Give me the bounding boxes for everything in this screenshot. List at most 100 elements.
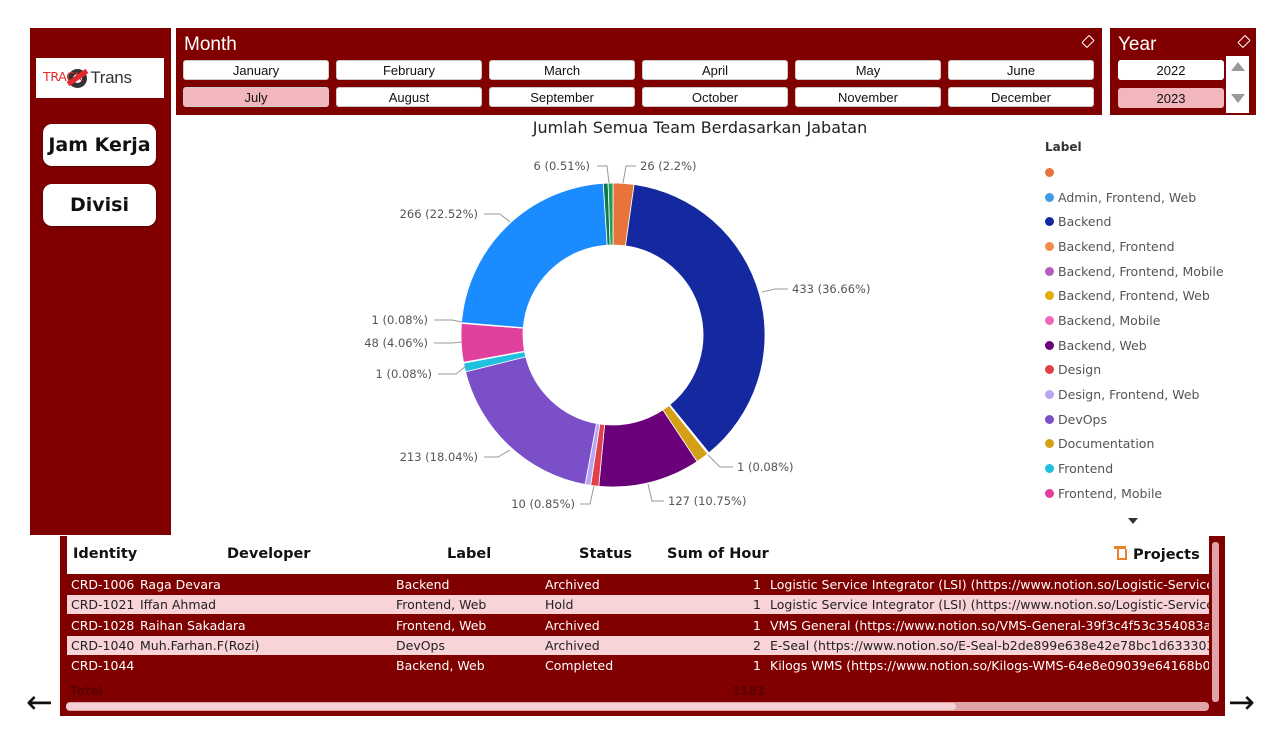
data-label: 1 (0.08%) [737, 460, 793, 474]
donut-slice[interactable] [584, 423, 601, 486]
scroll-down-icon[interactable] [1231, 94, 1245, 103]
clear-filter-icon[interactable] [1082, 34, 1094, 46]
cell-project: VMS General (https://www.notion.so/VMS-G… [770, 617, 1209, 633]
col-projects[interactable]: Projects [1113, 546, 1200, 563]
data-label: 213 (18.04%) [400, 450, 478, 464]
legend-item[interactable]: Documentation [1045, 432, 1224, 457]
cell-status: Archived [545, 637, 600, 653]
month-button-february[interactable]: February [336, 60, 482, 80]
month-button-may[interactable]: May [795, 60, 941, 80]
year-slicer-title: Year [1118, 34, 1157, 55]
next-page-arrow-icon[interactable]: → [1228, 686, 1255, 718]
table-row[interactable]: CRD-1044 Backend, Web Completed 1 Kilogs WMS… [67, 656, 1209, 675]
data-label: 1 (0.08%) [376, 367, 432, 381]
col-developer[interactable]: Developer [227, 546, 310, 562]
legend-label: DevOps [1058, 411, 1107, 427]
table-horizontal-scrollbar[interactable] [66, 702, 1209, 711]
month-button-november[interactable]: November [795, 87, 941, 107]
col-label[interactable]: Label [447, 546, 491, 562]
month-button-october[interactable]: October [642, 87, 788, 107]
table-row[interactable]: CRD-1028 Raihan Sakadara Frontend, Web Arch… [67, 616, 1209, 635]
donut-slice[interactable] [463, 351, 527, 373]
legend-item[interactable]: Backend, Frontend, Mobile [1045, 259, 1224, 284]
sidebar: Trans TRACK Jam Kerja Divisi [30, 28, 171, 535]
legend-item[interactable] [1045, 160, 1224, 185]
scroll-thumb[interactable] [66, 703, 956, 710]
table-row[interactable]: CRD-1006 Raga Devara Backend Archived 1 Logis… [67, 575, 1209, 594]
legend-dot [1045, 192, 1054, 202]
month-button-july[interactable]: July [183, 87, 329, 107]
legend-item[interactable]: Backend, Mobile [1045, 308, 1224, 333]
chart-legend: Label Admin, Frontend, Web Backend Backend… [1045, 140, 1224, 506]
legend-item[interactable]: Admin, Frontend, Web [1045, 185, 1224, 210]
donut-slice[interactable] [607, 182, 614, 246]
table-total-row: Total 1181 [67, 681, 1209, 701]
donut-slice[interactable] [668, 404, 710, 454]
legend-item[interactable]: Backend [1045, 209, 1224, 234]
col-hours[interactable]: Sum of Hour [667, 546, 769, 562]
legend-item[interactable]: Backend, Frontend [1045, 234, 1224, 259]
legend-dot [1045, 414, 1054, 424]
cell-status: Archived [545, 577, 600, 592]
cell-identity: CRD-1021 [71, 597, 135, 613]
legend-item[interactable]: Frontend, Mobile [1045, 481, 1224, 506]
cell-hours: 1 [753, 617, 761, 633]
data-label: 6 (0.51%) [534, 159, 590, 173]
transtrack-logo: Trans TRACK [36, 58, 164, 98]
legend-item[interactable]: DevOps [1045, 407, 1224, 432]
cell-label: Backend, Web [396, 658, 485, 674]
jam-kerja-button[interactable]: Jam Kerja [43, 124, 156, 166]
month-button-january[interactable]: January [183, 60, 329, 80]
legend-item[interactable]: Design [1045, 358, 1224, 383]
donut-slice[interactable] [662, 404, 709, 463]
clear-filter-icon[interactable] [1238, 34, 1250, 46]
divisi-button[interactable]: Divisi [43, 184, 156, 226]
donut-slice[interactable] [461, 322, 524, 329]
donut-slice[interactable] [612, 182, 635, 247]
table-vertical-scrollbar[interactable] [1212, 542, 1219, 702]
month-button-december[interactable]: December [948, 87, 1094, 107]
donut-slice[interactable] [590, 423, 606, 487]
cell-hours: 1 [753, 658, 761, 674]
donut-slice[interactable] [463, 350, 526, 364]
donut-slice[interactable] [598, 409, 698, 488]
year-scrollbar[interactable] [1226, 56, 1249, 113]
col-status[interactable]: Status [579, 546, 632, 562]
cell-label: Backend [396, 577, 450, 592]
legend-item[interactable]: Backend, Frontend, Web [1045, 283, 1224, 308]
legend-label: Backend, Mobile [1058, 312, 1161, 328]
donut-slice[interactable] [460, 322, 525, 363]
month-slicer: Month January February March April May June Ju… [176, 28, 1102, 115]
donut-slice[interactable] [668, 404, 709, 455]
legend-dot [1045, 266, 1054, 276]
legend-more-icon[interactable] [1128, 518, 1138, 524]
table-row[interactable]: CRD-1040 Muh.Farhan.F(Rozi) DevOps Archived… [67, 635, 1209, 655]
donut-slice[interactable] [461, 182, 608, 329]
cell-label: DevOps [396, 637, 445, 653]
year-button-2023[interactable]: 2023 [1118, 88, 1224, 108]
cell-project: Kilogs WMS (https://www.notion.so/Kilogs… [770, 658, 1209, 674]
legend-item[interactable]: Design, Frontend, Web [1045, 382, 1224, 407]
legend-item[interactable]: Backend, Web [1045, 333, 1224, 358]
year-button-2022[interactable]: 2022 [1118, 60, 1224, 80]
legend-item[interactable]: Frontend [1045, 456, 1224, 481]
donut-slice[interactable] [625, 184, 766, 454]
prev-page-arrow-icon[interactable]: ← [26, 686, 53, 718]
month-button-april[interactable]: April [642, 60, 788, 80]
legend-label: Backend, Web [1058, 337, 1147, 353]
donut-slice[interactable] [602, 182, 611, 246]
legend-dot [1045, 488, 1054, 498]
cell-developer: Muh.Farhan.F(Rozi) [140, 637, 260, 653]
cell-identity: CRD-1044 [71, 658, 135, 674]
month-button-august[interactable]: August [336, 87, 482, 107]
month-button-june[interactable]: June [948, 60, 1094, 80]
scroll-up-icon[interactable] [1231, 62, 1245, 71]
table-row[interactable]: CRD-1021 Iffan Ahmad Frontend, Web Hold 1 Log… [67, 595, 1209, 615]
month-button-march[interactable]: March [489, 60, 635, 80]
leader-line [434, 319, 463, 323]
cell-hours: 1 [753, 577, 761, 592]
donut-slice[interactable] [465, 356, 597, 485]
data-label: 1 (0.08%) [372, 313, 428, 327]
month-button-september[interactable]: September [489, 87, 635, 107]
col-identity[interactable]: Identity [73, 546, 137, 562]
